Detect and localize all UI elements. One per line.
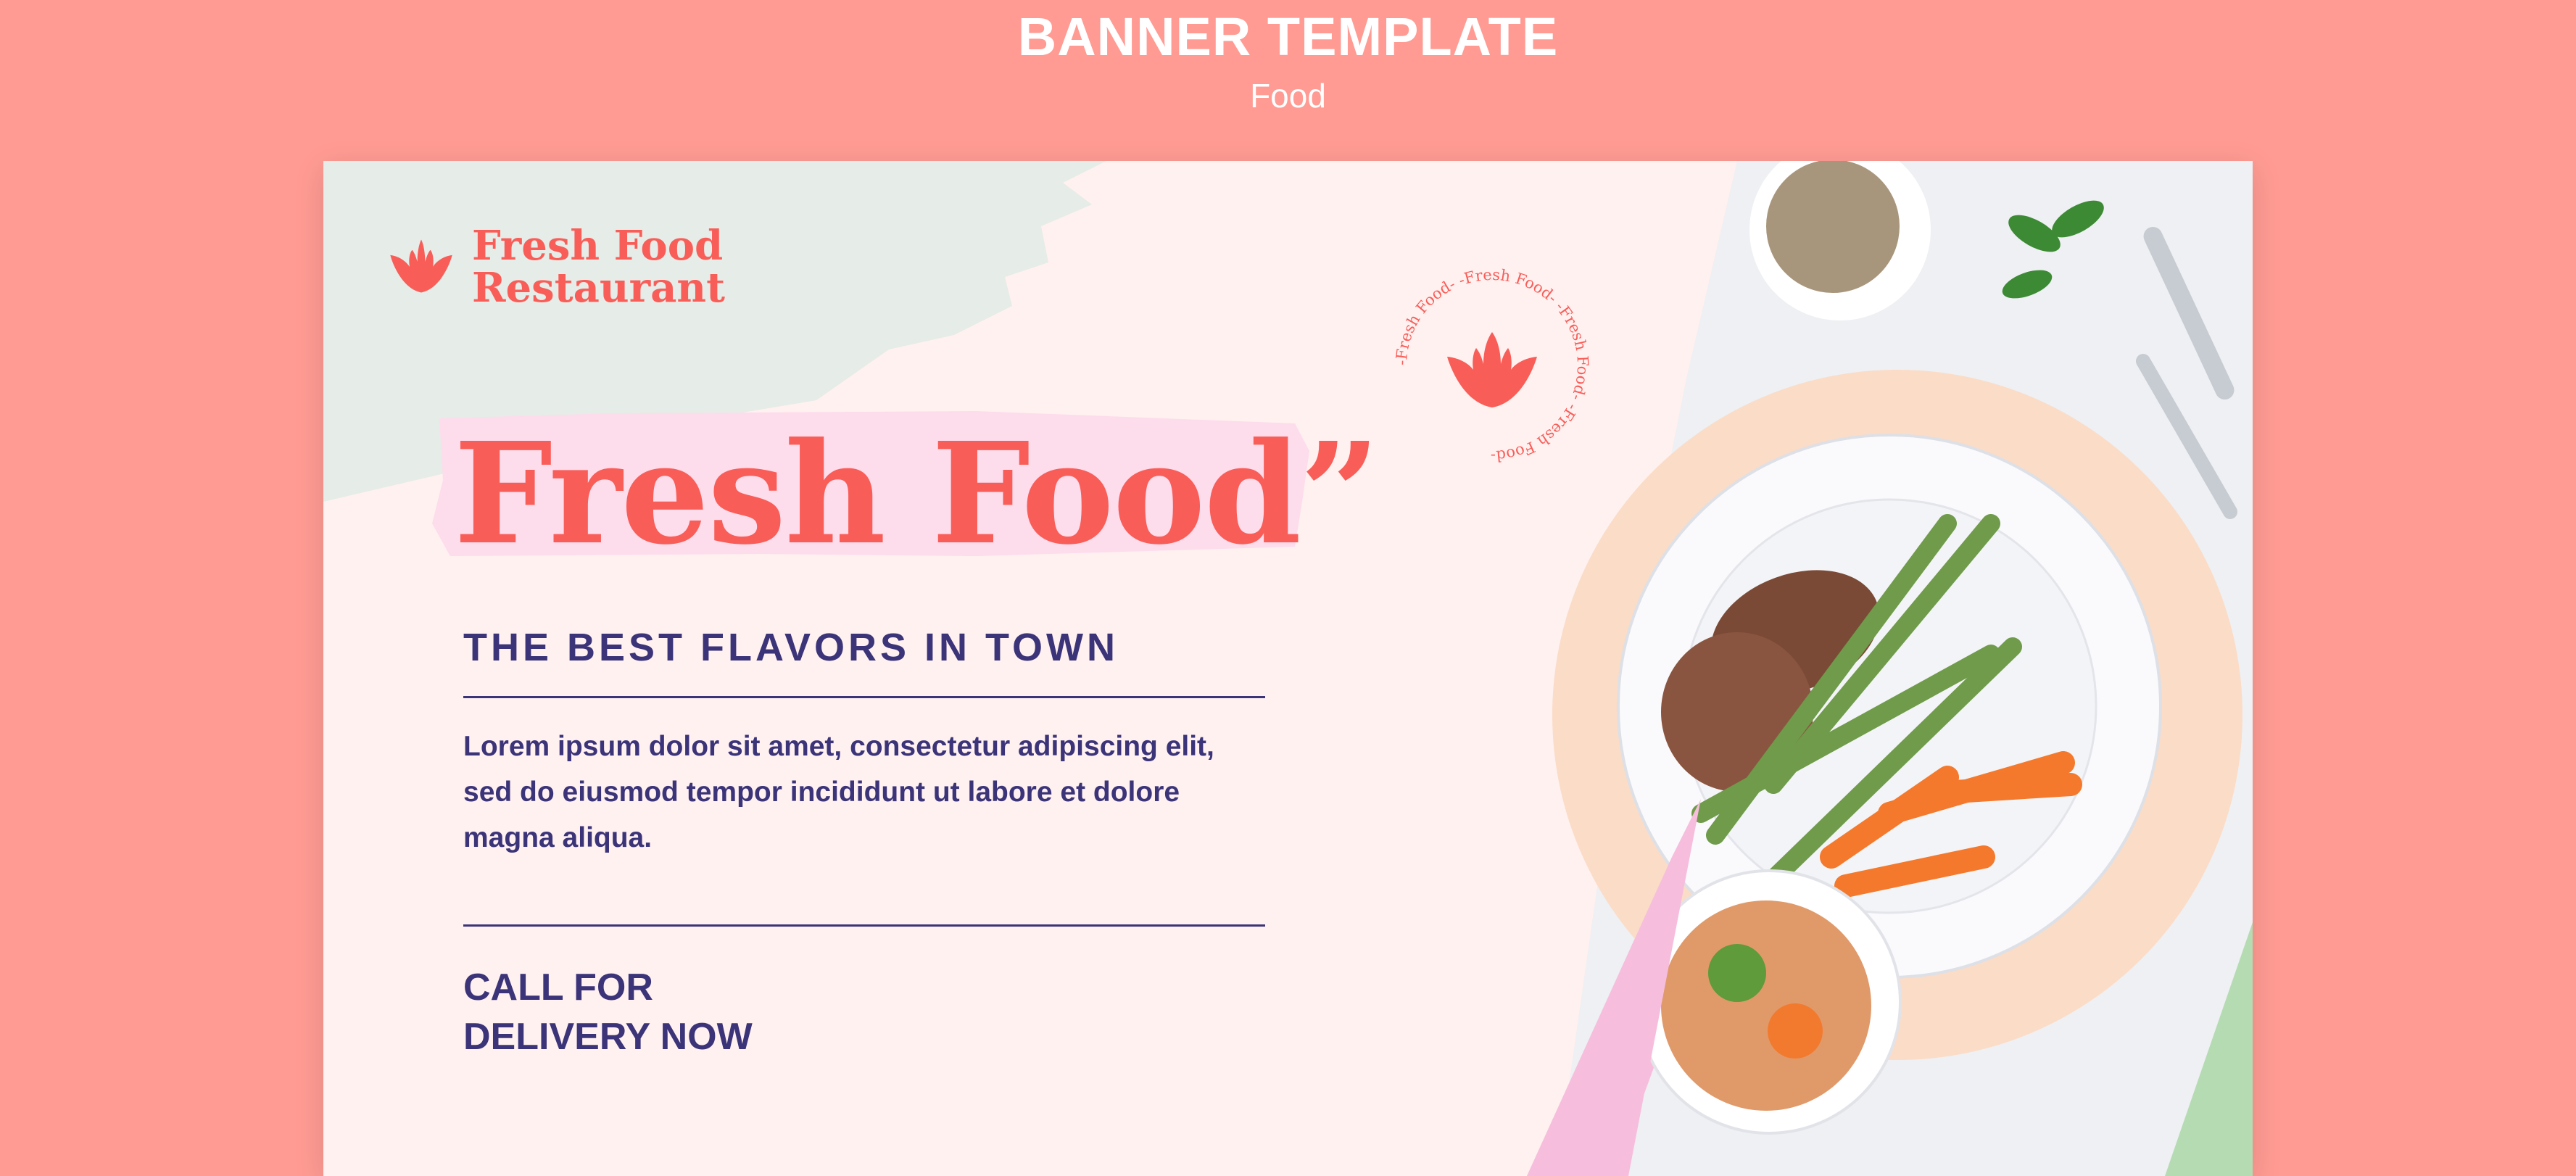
divider-top [463,696,1265,698]
stamp-lotus-icon [1447,332,1537,407]
banner-card: Fresh Food Restaurant Fresh Food” THE BE… [323,161,2253,1176]
logo-line-2: Restaurant [472,264,725,312]
cta-line-1: CALL FOR [463,966,653,1009]
vegetable-salad [1661,900,1871,1111]
lotus-icon [390,239,452,293]
fresh-food-stamp: -Fresh Food- -Fresh Food- -Fresh Food- -… [1393,266,1591,465]
body-line: Lorem ipsum dolor sit amet, consectetur … [463,731,1214,762]
body-line: magna aliqua. [463,822,653,853]
tagline: THE BEST FLAVORS IN TOWN [463,626,1119,669]
header-subtitle: Food [1250,77,1326,115]
cta-line-2: DELIVERY NOW [463,1016,753,1058]
divider-bottom [463,924,1265,927]
cta-text: CALL FOR DELIVERY NOW [463,963,753,1061]
body-line: sed do eiusmod tempor incididunt ut labo… [463,777,1180,808]
seeds [1766,161,1900,293]
logo-text: Fresh Food Restaurant [472,225,725,309]
logo-line-1: Fresh Food [472,222,724,270]
headline: Fresh Food” [454,413,1380,576]
header-title: BANNER TEMPLATE [1017,7,1559,67]
body-text: Lorem ipsum dolor sit amet, consectetur … [463,724,1214,861]
